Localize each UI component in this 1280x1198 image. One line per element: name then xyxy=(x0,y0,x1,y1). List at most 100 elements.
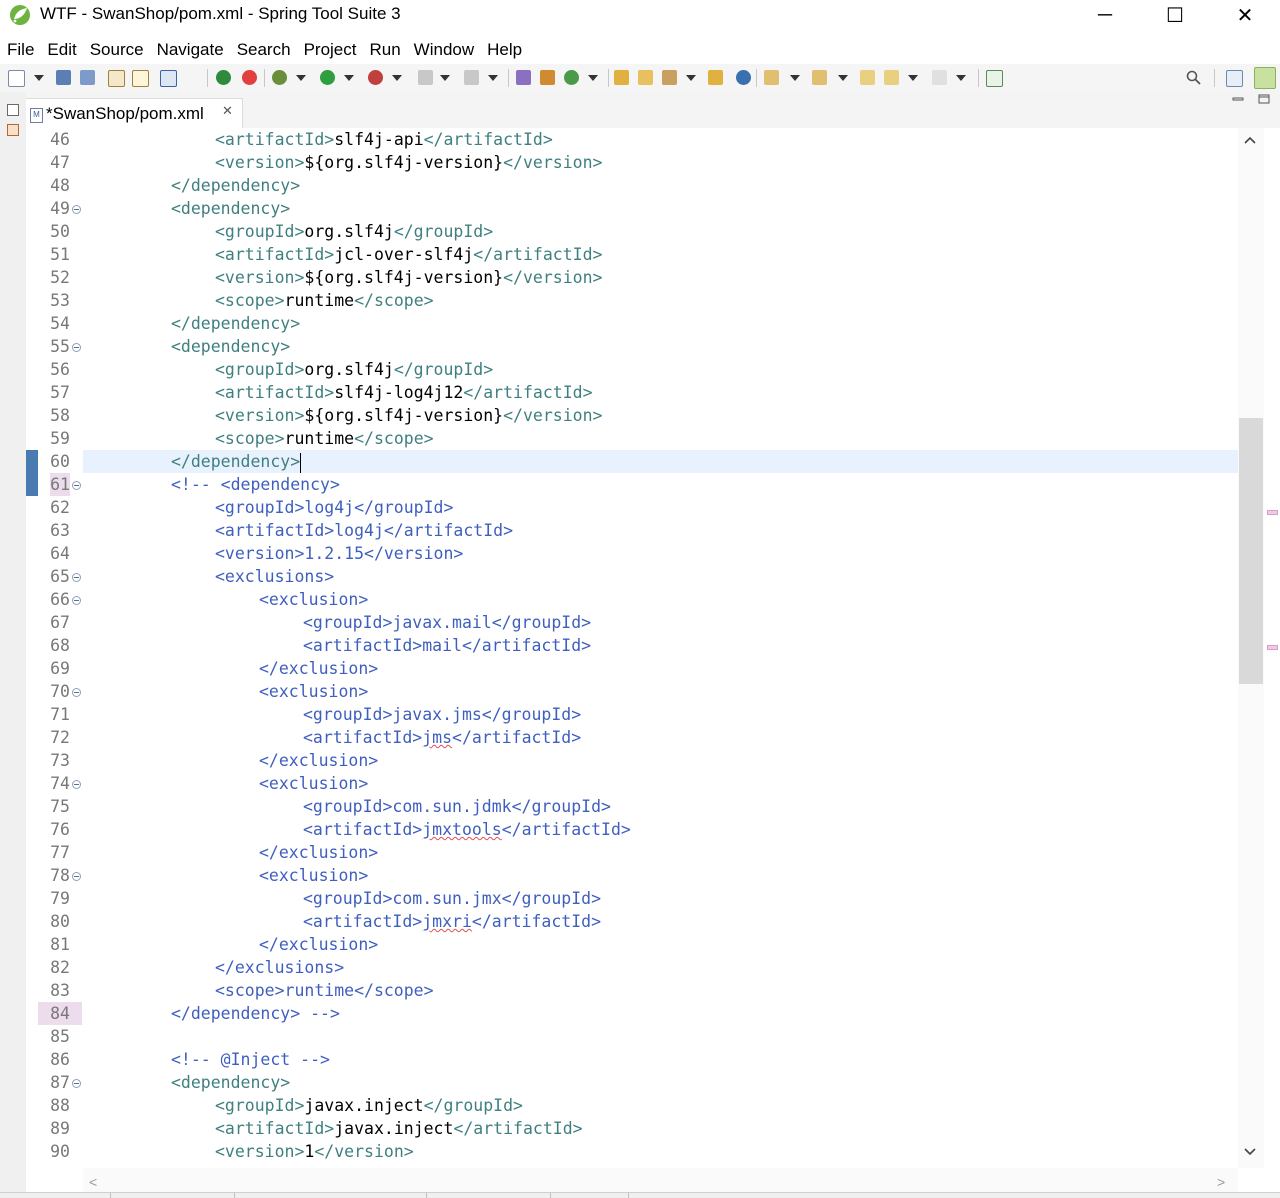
code-line[interactable]: </exclusion> xyxy=(83,657,1280,680)
console-icon[interactable] xyxy=(160,70,177,87)
fold-toggle-icon[interactable] xyxy=(72,872,81,881)
code-line[interactable]: <groupId>log4j</groupId> xyxy=(83,496,1280,519)
search-icon[interactable] xyxy=(1186,70,1201,85)
fold-toggle-icon[interactable] xyxy=(72,688,81,697)
scroll-up-icon[interactable] xyxy=(1244,136,1256,144)
open-folder-icon[interactable] xyxy=(614,70,629,85)
vertical-scrollbar[interactable] xyxy=(1238,128,1264,1168)
terminate-dropdown-icon[interactable] xyxy=(440,75,450,81)
code-line[interactable]: <dependency> xyxy=(83,1071,1280,1094)
menu-navigate[interactable]: Navigate xyxy=(150,38,230,62)
fold-toggle-icon[interactable] xyxy=(72,205,81,214)
menu-file[interactable]: File xyxy=(0,38,40,62)
code-line[interactable]: <version>${org.slf4j-version}</version> xyxy=(83,266,1280,289)
maximize-view-icon[interactable] xyxy=(1258,94,1270,104)
code-line[interactable]: <scope>runtime</scope> xyxy=(83,289,1280,312)
open-type-icon[interactable] xyxy=(540,70,555,85)
disconnect-dropdown-icon[interactable] xyxy=(488,75,498,81)
code-line[interactable]: <artifactId>slf4j-api</artifactId> xyxy=(83,128,1280,151)
code-line[interactable]: <scope>runtime</scope> xyxy=(83,979,1280,1002)
fold-toggle-icon[interactable] xyxy=(72,596,81,605)
fold-toggle-icon[interactable] xyxy=(72,573,81,582)
code-line[interactable]: </exclusion> xyxy=(83,933,1280,956)
code-line[interactable]: <groupId>com.sun.jmx</groupId> xyxy=(83,887,1280,910)
scroll-right-icon[interactable]: > xyxy=(1217,1174,1225,1190)
overview-ruler[interactable] xyxy=(1264,128,1280,1168)
code-line[interactable]: </exclusion> xyxy=(83,841,1280,864)
package-explorer-icon[interactable] xyxy=(7,124,19,136)
save-icon[interactable] xyxy=(56,70,71,85)
forward-dropdown-icon[interactable] xyxy=(956,75,966,81)
run-dropdown-icon[interactable] xyxy=(344,75,354,81)
code-line[interactable] xyxy=(83,1025,1233,1048)
close-icon[interactable]: ✕ xyxy=(222,103,233,119)
code-line[interactable]: <groupId>javax.inject</groupId> xyxy=(83,1094,1280,1117)
external-tools-icon[interactable] xyxy=(368,70,383,85)
pin-editor-icon[interactable] xyxy=(986,70,1003,87)
code-line[interactable]: <dependency> xyxy=(83,335,1280,358)
code-line[interactable]: <groupId>javax.jms</groupId> xyxy=(83,703,1280,726)
code-line[interactable]: </exclusions> xyxy=(83,956,1280,979)
code-line[interactable]: <exclusion> xyxy=(83,864,1280,887)
code-area[interactable]: <artifactId>slf4j-api</artifactId> <versi… xyxy=(83,128,1280,1168)
fold-toggle-icon[interactable] xyxy=(72,1079,81,1088)
code-line[interactable]: <exclusions> xyxy=(83,565,1280,588)
prev-annotation-icon[interactable] xyxy=(812,70,827,85)
code-line[interactable]: <groupId>org.slf4j</groupId> xyxy=(83,358,1280,381)
relaunch-icon[interactable] xyxy=(242,70,257,85)
code-line[interactable]: <artifactId>mail</artifactId> xyxy=(83,634,1280,657)
code-line[interactable]: <artifactId>log4j</artifactId> xyxy=(83,519,1280,542)
code-line[interactable]: <version>${org.slf4j-version}</version> xyxy=(83,151,1280,174)
code-line[interactable]: <version>${org.slf4j-version}</version> xyxy=(83,404,1280,427)
scroll-down-icon[interactable] xyxy=(1244,1148,1256,1156)
code-line[interactable]: <artifactId>jms</artifactId> xyxy=(83,726,1280,749)
fold-toggle-icon[interactable] xyxy=(72,780,81,789)
last-edit-icon[interactable] xyxy=(860,70,875,85)
fold-toggle-icon[interactable] xyxy=(72,343,81,352)
search-tool-icon[interactable] xyxy=(662,70,677,85)
code-line[interactable]: <artifactId>javax.inject</artifactId> xyxy=(83,1117,1280,1140)
spring-boot-icon[interactable] xyxy=(216,70,231,85)
code-line[interactable]: <exclusion> xyxy=(83,680,1280,703)
perspective-icon[interactable] xyxy=(1254,67,1276,89)
minimize-view-icon[interactable] xyxy=(1232,94,1244,104)
disconnect-icon[interactable] xyxy=(464,70,479,85)
refresh-icon[interactable] xyxy=(564,70,579,85)
fold-toggle-icon[interactable] xyxy=(72,481,81,490)
menu-source[interactable]: Source xyxy=(83,38,150,62)
menu-window[interactable]: Window xyxy=(407,38,480,62)
debug-icon[interactable] xyxy=(272,70,287,85)
task-icon[interactable] xyxy=(132,70,149,87)
search-dropdown-icon[interactable] xyxy=(686,75,696,81)
new-class-icon[interactable] xyxy=(516,70,531,85)
code-line[interactable]: </dependency> xyxy=(83,450,1280,473)
vertical-scroll-thumb[interactable] xyxy=(1239,418,1263,684)
code-line[interactable]: <exclusion> xyxy=(83,772,1280,795)
overview-marker[interactable] xyxy=(1267,645,1278,650)
skip-breakpoints-icon[interactable] xyxy=(188,70,203,85)
code-line[interactable]: </dependency> --> xyxy=(83,1002,1280,1025)
debug-dropdown-icon[interactable] xyxy=(296,75,306,81)
code-line[interactable]: <exclusion> xyxy=(83,588,1280,611)
prev-annotation-dropdown-icon[interactable] xyxy=(838,75,848,81)
back-icon[interactable] xyxy=(884,70,899,85)
xml-source-editor[interactable]: 46 47 48 49 50 51 52 53 54 55 56 57 58 59 60 61 62 63 64 65… xyxy=(26,128,1280,1168)
overview-marker[interactable] xyxy=(1267,510,1278,515)
code-line[interactable]: </dependency> xyxy=(83,174,1280,197)
save-all-icon[interactable] xyxy=(80,70,95,85)
code-line[interactable]: <artifactId>slf4j-log4j12</artifactId> xyxy=(83,381,1280,404)
maximize-button[interactable]: ☐ xyxy=(1140,0,1210,30)
external-tools-dropdown-icon[interactable] xyxy=(392,75,402,81)
run-icon[interactable] xyxy=(320,70,335,85)
code-line[interactable]: <groupId>org.slf4j</groupId> xyxy=(83,220,1280,243)
close-button[interactable]: ✕ xyxy=(1210,0,1280,30)
code-line[interactable]: </exclusion> xyxy=(83,749,1280,772)
menu-run[interactable]: Run xyxy=(362,38,406,62)
menu-help[interactable]: Help xyxy=(480,38,528,62)
code-line[interactable]: <version>1.2.15</version> xyxy=(83,542,1280,565)
menu-search[interactable]: Search xyxy=(230,38,297,62)
code-line[interactable]: <!-- <dependency> xyxy=(83,473,1280,496)
code-line[interactable]: </dependency> xyxy=(83,312,1280,335)
restore-icon[interactable] xyxy=(7,104,19,116)
scroll-left-icon[interactable]: < xyxy=(89,1174,97,1190)
